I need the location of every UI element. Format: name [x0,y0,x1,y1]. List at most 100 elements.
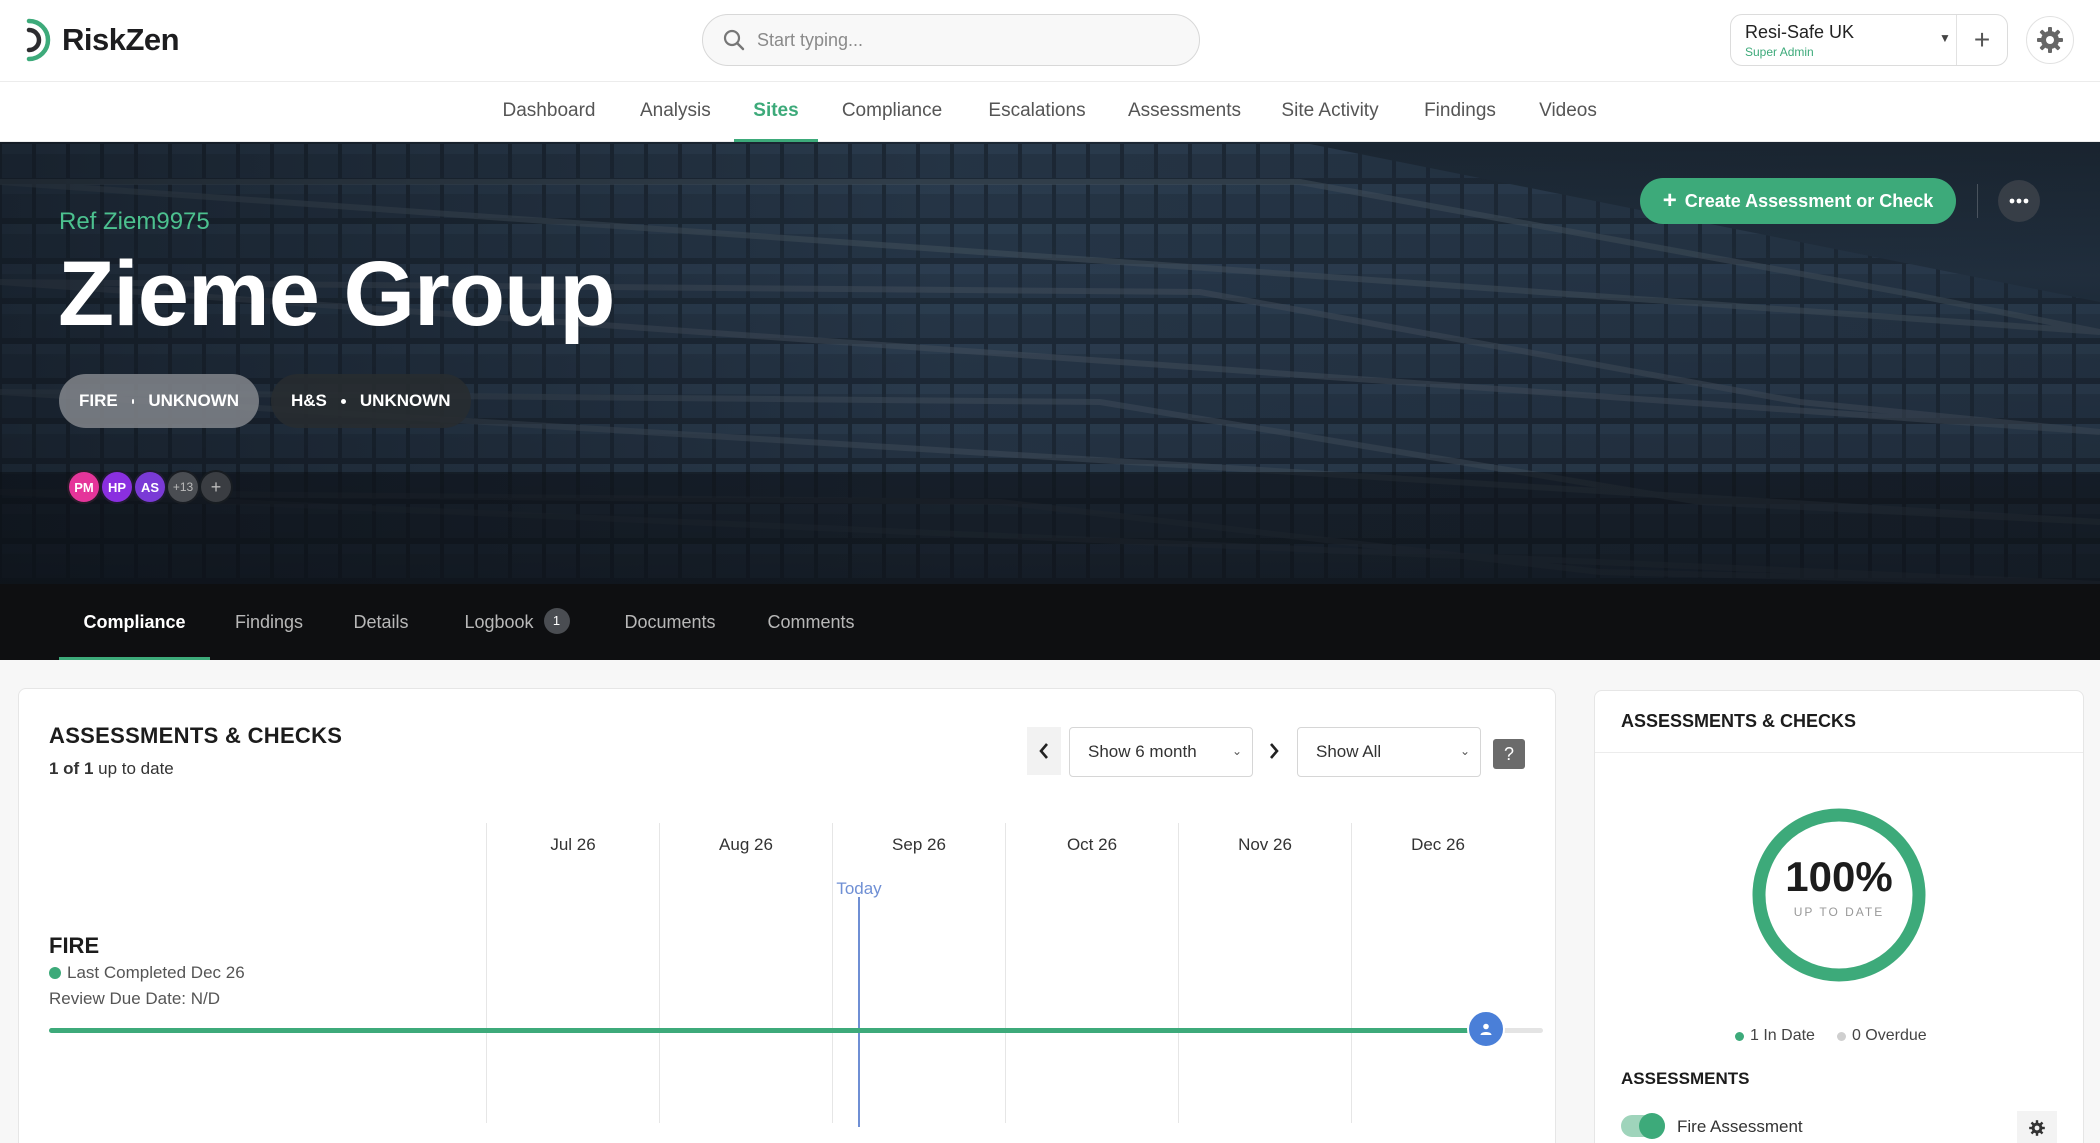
caret-down-icon: ▼ [1939,31,1951,45]
assessment-marker[interactable] [1467,1010,1505,1048]
assessments-summary-card: ASSESSMENTS & CHECKS 100% UP TO DATE 1 I… [1594,690,2084,1143]
separator-dot [340,398,346,404]
today-label: Today [836,879,882,898]
riskzen-logo-icon [26,18,51,62]
nav-site-activity[interactable]: Site Activity [1280,82,1380,142]
status-value: UNKNOWN [148,391,239,410]
fire-assessment-toggle[interactable] [1621,1113,1665,1139]
fire-status-pill[interactable]: FIRE UNKNOWN [59,374,259,428]
review-due-date: Review Due Date: N/D [49,989,221,1008]
gear-icon [2037,27,2063,53]
timeline-month: Aug 26 [719,835,773,854]
timeline-month: Nov 26 [1238,835,1292,854]
nav-assessments[interactable]: Assessments [1128,82,1241,142]
timeline-month: Jul 26 [550,835,596,854]
timeline-month: Sep 26 [892,835,946,854]
compliance-donut: 100% UP TO DATE [1747,803,1931,987]
chevron-down-icon: ⌄ [1459,744,1470,758]
tab-documents[interactable]: Documents [620,584,720,660]
chevron-right-icon [1270,743,1279,759]
assessment-progress-fill [49,1028,1499,1033]
timeline-month: Oct 26 [1066,835,1118,854]
card-title: ASSESSMENTS & CHECKS [49,723,343,748]
today-marker-line [858,897,860,1127]
search-input[interactable] [757,29,1157,51]
previous-period-button[interactable] [1027,727,1061,775]
org-role: Super Admin [1745,45,1814,59]
timeline-month: Dec 26 [1411,835,1465,854]
hs-status-pill[interactable]: H&S UNKNOWN [271,374,471,428]
create-assessment-button[interactable]: + Create Assessment or Check [1640,178,1956,224]
plus-icon: + [1662,187,1677,214]
legend-dot [1836,1031,1846,1041]
legend-in-date-text: 1 In Date [1750,1027,1815,1044]
avatar[interactable]: HP [100,470,134,504]
filter-select[interactable]: Show All ⌄ [1297,727,1481,777]
assessment-row-name: FIRE [49,933,100,958]
status-value: UNKNOWN [359,391,451,410]
search-icon [723,29,745,51]
nav-findings[interactable]: Findings [1424,82,1496,142]
site-tabs: Compliance Findings Details Logbook 1 Doc… [0,584,2100,660]
user-icon [1480,1023,1492,1035]
up-to-date-summary: 1 of 1 up to date [49,759,174,779]
summary-card-title: ASSESSMENTS & CHECKS [1621,711,1857,731]
period-range-select[interactable]: Show 6 month ⌄ [1069,727,1253,777]
timeline-gridline [832,823,833,1123]
more-users-count[interactable]: +13 [166,470,200,504]
legend-dot [1735,1031,1744,1041]
tab-findings[interactable]: Findings [232,584,306,660]
add-icon[interactable]: + [1957,15,2007,65]
more-options-button[interactable] [1998,180,2040,222]
tab-details[interactable]: Details [350,584,412,660]
avatar[interactable]: AS [133,470,167,504]
brand-logo[interactable]: RiskZen [26,16,180,64]
status-type: H&S [291,391,327,410]
legend-in-date: 1 In Date [1735,1027,1815,1045]
timeline-gridline [486,823,487,1123]
timeline-gridline [1178,823,1179,1123]
help-button[interactable]: ? [1493,739,1525,769]
nav-compliance[interactable]: Compliance [840,82,944,142]
donut-label: UP TO DATE [1793,905,1885,919]
nav-sites[interactable]: Sites [734,82,818,142]
tab-logbook[interactable]: Logbook 1 [458,584,576,660]
tab-logbook-label: Logbook [464,612,534,632]
gear-icon [2029,1120,2045,1136]
legend-overdue: 0 Overdue [1836,1027,1927,1045]
tab-compliance[interactable]: Compliance [59,584,210,660]
nav-videos[interactable]: Videos [1538,82,1598,142]
ellipsis-icon [2009,198,2029,204]
create-assessment-label: Create Assessment or Check [1684,190,1934,211]
organisation-select[interactable]: Resi-Safe UK Super Admin ▼ + [1730,14,2008,66]
legend-overdue-text: 0 Overdue [1851,1027,1927,1044]
assessment-progress-track [49,1028,1543,1033]
period-range-value: Show 6 month [1088,742,1197,761]
fire-assessment-settings-button[interactable] [2017,1111,2057,1143]
assessments-timeline-card: ASSESSMENTS & CHECKS 1 of 1 up to date S… [18,688,1556,1143]
hero-divider [1977,184,1978,218]
timeline-gridline [659,823,660,1123]
site-name: Zieme Group [58,243,615,345]
status-type: FIRE [79,391,118,410]
main-nav: Dashboard Analysis Sites Compliance Esca… [0,82,2100,142]
timeline-gridline [1351,823,1352,1123]
timeline-gridline [1005,823,1006,1123]
avatar[interactable]: PM [67,470,101,504]
add-user-icon[interactable]: + [199,470,233,504]
next-period-button[interactable] [1257,727,1291,775]
brand-name: RiskZen [62,22,180,57]
top-bar: RiskZen Resi-Safe UK Super Admin ▼ + [0,0,2100,82]
last-completed-text: Last Completed Dec 26 [67,963,245,982]
assigned-users: PM HP AS +13 + [67,470,233,504]
nav-dashboard[interactable]: Dashboard [502,82,596,142]
filter-value: Show All [1316,742,1382,761]
settings-button[interactable] [2026,16,2074,64]
nav-escalations[interactable]: Escalations [988,82,1086,142]
site-ref: Ref Ziem9975 [59,208,210,235]
summary-legend: 1 In Date 0 Overdue [1735,1027,1927,1045]
nav-analysis[interactable]: Analysis [640,82,711,142]
tab-comments[interactable]: Comments [764,584,858,660]
summary-text: up to date [98,759,174,778]
global-search[interactable] [702,14,1200,66]
